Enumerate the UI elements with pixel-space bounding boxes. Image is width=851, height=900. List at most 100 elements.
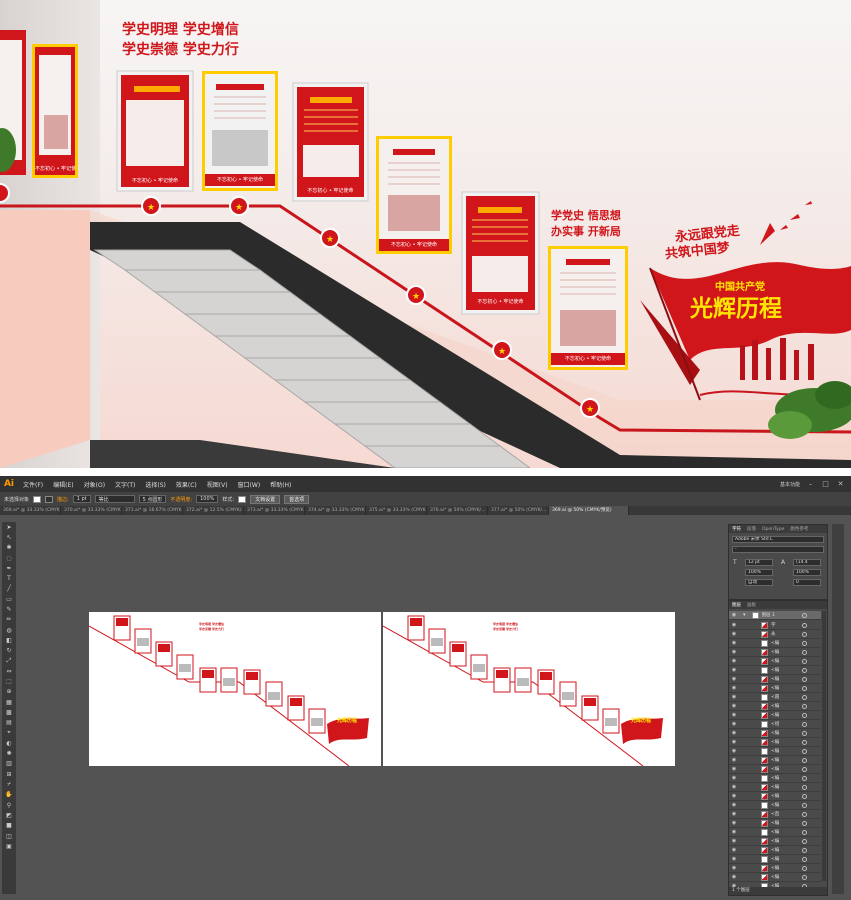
layer-row[interactable]: ◉ <编: [729, 783, 821, 792]
magic-wand-tool-icon[interactable]: ✱: [2, 543, 16, 553]
visibility-eye-icon[interactable]: ◉: [729, 802, 739, 808]
target-circle-icon[interactable]: [802, 721, 807, 727]
visibility-eye-icon[interactable]: ◉: [729, 676, 739, 682]
visibility-eye-icon[interactable]: ◉: [729, 847, 739, 853]
visibility-eye-icon[interactable]: ◉: [729, 640, 739, 646]
leading-input[interactable]: (14.4: [793, 559, 821, 566]
visibility-eye-icon[interactable]: ◉: [729, 703, 739, 709]
visibility-eye-icon[interactable]: ◉: [729, 667, 739, 673]
target-circle-icon[interactable]: [802, 829, 807, 835]
target-circle-icon[interactable]: [802, 676, 807, 682]
mesh-tool-icon[interactable]: ▩: [2, 707, 16, 717]
preferences-button[interactable]: 首选项: [284, 494, 310, 504]
target-circle-icon[interactable]: [802, 730, 807, 736]
gradient-tool-icon[interactable]: ▤: [2, 718, 16, 728]
target-circle-icon[interactable]: [802, 694, 807, 700]
visibility-eye-icon[interactable]: ◉: [729, 685, 739, 691]
slice-tool-icon[interactable]: ⌿: [2, 779, 16, 789]
hand-tool-icon[interactable]: ✋: [2, 790, 16, 800]
target-circle-icon[interactable]: [802, 748, 807, 754]
visibility-eye-icon[interactable]: ◉: [729, 748, 739, 754]
workspace-switcher[interactable]: 基本功能: [780, 481, 800, 488]
visibility-eye-icon[interactable]: ◉: [729, 865, 739, 871]
visibility-eye-icon[interactable]: ◉: [729, 829, 739, 835]
target-circle-icon[interactable]: [802, 658, 807, 664]
menu-select[interactable]: 选择(S): [140, 480, 171, 489]
doc-tab-active[interactable]: 369.ai @ 50% (CMYK/预览): [549, 506, 629, 515]
target-circle-icon[interactable]: [802, 667, 807, 673]
doc-tab[interactable]: 377.ai* @ 50% (CMYK/...: [488, 506, 549, 515]
stroke-weight-input[interactable]: 1 pt: [72, 495, 91, 503]
doc-tab[interactable]: 375.ai* @ 33.33% (CMYK...: [366, 506, 427, 515]
screen-mode-icon[interactable]: ▣: [2, 841, 16, 851]
target-circle-icon[interactable]: [802, 838, 807, 844]
minimize-icon[interactable]: –: [806, 480, 815, 489]
layer-row[interactable]: ◉ <编: [729, 792, 821, 801]
layer-row[interactable]: ◉ <组: [729, 720, 821, 729]
visibility-eye-icon[interactable]: ◉: [729, 712, 739, 718]
layer-row[interactable]: ◉ <编: [729, 765, 821, 774]
visibility-eye-icon[interactable]: ◉: [729, 612, 739, 618]
layer-row[interactable]: ◉ <编: [729, 846, 821, 855]
layer-row[interactable]: ◉ <圆: [729, 693, 821, 702]
layer-row[interactable]: ◉ <编: [729, 648, 821, 657]
tracking-input[interactable]: 0: [793, 579, 821, 586]
layer-row[interactable]: ◉ <编: [729, 711, 821, 720]
menu-file[interactable]: 文件(F): [18, 480, 48, 489]
blend-tool-icon[interactable]: ◐: [2, 738, 16, 748]
layer-row[interactable]: ◉ <直: [729, 810, 821, 819]
doc-tab[interactable]: 372.ai* @ 12.5% (CMYK/...: [183, 506, 244, 515]
layer-row[interactable]: ◉ <编: [729, 828, 821, 837]
font-size-input[interactable]: 12 pt: [745, 559, 773, 566]
visibility-eye-icon[interactable]: ◉: [729, 838, 739, 844]
expand-arrow-icon[interactable]: ▾: [743, 612, 746, 618]
artboard-2[interactable]: 学史明理 学史增信 学史崇德 学史力行 光辉历程: [383, 612, 675, 766]
layer-row[interactable]: ◉ 永: [729, 630, 821, 639]
visibility-eye-icon[interactable]: ◉: [729, 694, 739, 700]
layer-row[interactable]: ◉ <编: [729, 702, 821, 711]
tab-color-guide[interactable]: 颜色参考: [790, 526, 808, 532]
layer-row[interactable]: ◉ <编: [729, 837, 821, 846]
visibility-eye-icon[interactable]: ◉: [729, 757, 739, 763]
style-swatch[interactable]: [238, 495, 247, 503]
perspective-grid-tool-icon[interactable]: ▦: [2, 697, 16, 707]
layer-row[interactable]: ◉ <编: [729, 756, 821, 765]
document-setup-button[interactable]: 文档设置: [250, 494, 281, 504]
target-circle-icon[interactable]: [802, 766, 807, 772]
doc-tab[interactable]: 373.ai* @ 33.33% (CMYK...: [244, 506, 305, 515]
target-circle-icon[interactable]: [802, 865, 807, 871]
color-mode-icon[interactable]: ■: [2, 821, 16, 831]
layer-row[interactable]: ◉ <编: [729, 666, 821, 675]
doc-tab[interactable]: 370.ai* @ 33.33% (CMYK...: [61, 506, 122, 515]
pencil-tool-icon[interactable]: ✏: [2, 615, 16, 625]
target-circle-icon[interactable]: [802, 775, 807, 781]
eraser-tool-icon[interactable]: ◧: [2, 635, 16, 645]
rectangle-tool-icon[interactable]: ▭: [2, 594, 16, 604]
blob-brush-tool-icon[interactable]: ◍: [2, 625, 16, 635]
visibility-eye-icon[interactable]: ◉: [729, 856, 739, 862]
line-profile-select[interactable]: 等比: [94, 495, 135, 503]
artboard-tool-icon[interactable]: ⊞: [2, 769, 16, 779]
visibility-eye-icon[interactable]: ◉: [729, 775, 739, 781]
visibility-eye-icon[interactable]: ◉: [729, 622, 739, 628]
layer-row[interactable]: ◉ <编: [729, 774, 821, 783]
zoom-tool-icon[interactable]: ⚲: [2, 800, 16, 810]
vertical-scale-input[interactable]: 100%: [745, 569, 773, 576]
target-circle-icon[interactable]: [802, 811, 807, 817]
menu-view[interactable]: 视图(V): [202, 480, 233, 489]
layer-row[interactable]: ◉ <编: [729, 873, 821, 882]
visibility-eye-icon[interactable]: ◉: [729, 721, 739, 727]
target-circle-icon[interactable]: [802, 631, 807, 637]
paintbrush-tool-icon[interactable]: ✎: [2, 604, 16, 614]
layer-row[interactable]: ◉ <编: [729, 657, 821, 666]
tab-opentype[interactable]: OpenType: [762, 527, 784, 532]
visibility-eye-icon[interactable]: ◉: [729, 658, 739, 664]
menu-effect[interactable]: 效果(C): [171, 480, 202, 489]
brush-select[interactable]: 5 点圆形: [138, 495, 167, 503]
visibility-eye-icon[interactable]: ◉: [729, 649, 739, 655]
visibility-eye-icon[interactable]: ◉: [729, 766, 739, 772]
close-icon[interactable]: ✕: [836, 480, 845, 489]
target-circle-icon[interactable]: [802, 685, 807, 691]
layer-row-top[interactable]: ◉ ▾ 图层 1: [729, 611, 821, 620]
line-tool-icon[interactable]: ╱: [2, 584, 16, 594]
